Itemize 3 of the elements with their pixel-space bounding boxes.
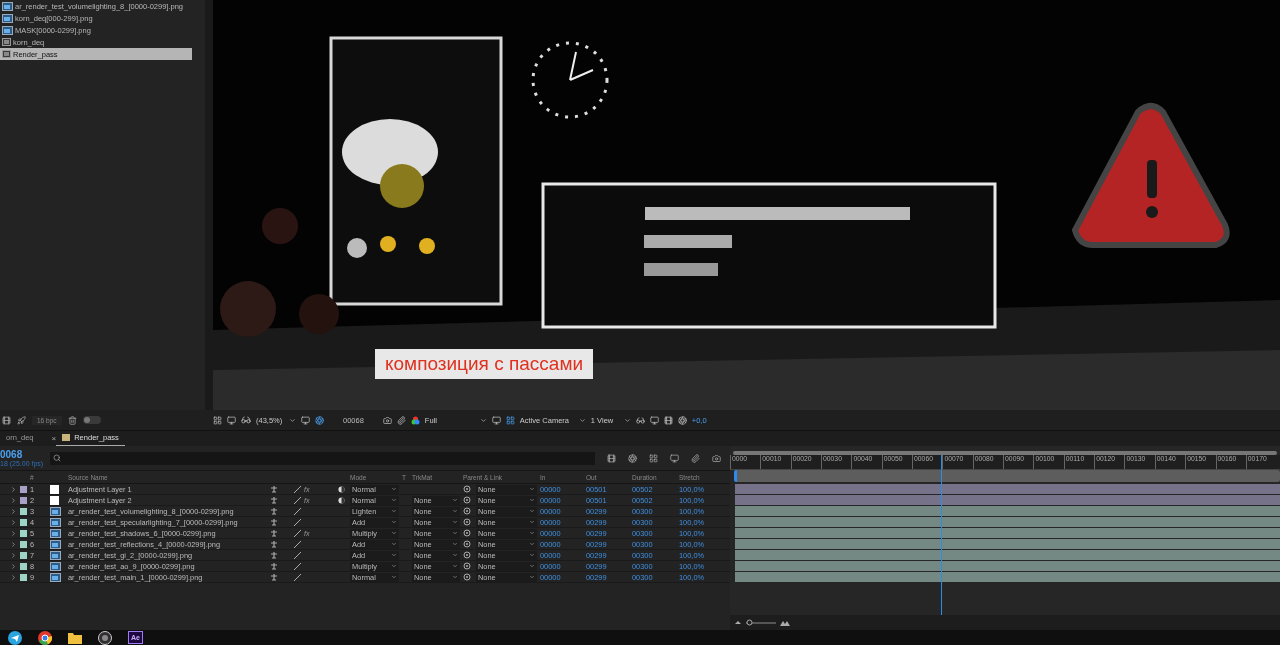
- close-icon[interactable]: ×: [51, 434, 57, 443]
- timecode[interactable]: 0068: [0, 449, 50, 460]
- caption-label: композиция с пассами: [375, 349, 594, 379]
